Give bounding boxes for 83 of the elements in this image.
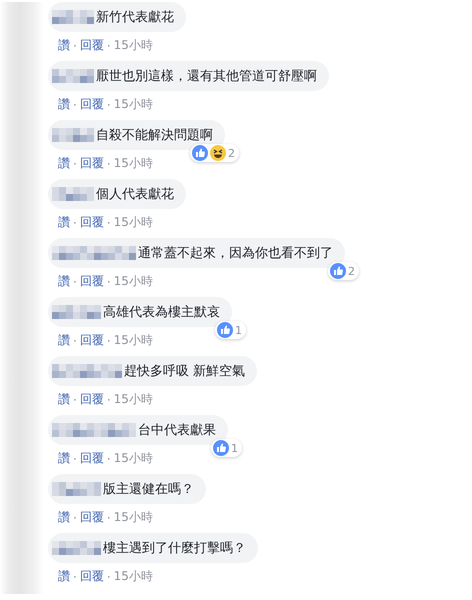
comment-action-link[interactable]: 回覆 (80, 37, 104, 54)
comment-text: 個人代表獻花 (96, 186, 174, 203)
comment-action-link[interactable]: 讚 (58, 214, 70, 231)
reaction-count: 2 (228, 146, 235, 160)
comment-action-link[interactable]: 讚 (58, 273, 70, 290)
separator-dot: · (73, 510, 77, 524)
comment-action-link[interactable]: 讚 (58, 391, 70, 408)
separator-dot: · (106, 452, 111, 466)
comment-text: 台中代表獻果 (138, 422, 216, 439)
timestamp[interactable]: 15小時 (114, 273, 153, 290)
comment-text: 趕快多呼吸 新鮮空氣 (124, 363, 246, 380)
blurred-name-icon (52, 69, 94, 83)
comment-action-link[interactable]: 回覆 (80, 450, 104, 467)
comment-action-link[interactable]: 回覆 (80, 155, 104, 172)
comment-text: 版主還健在嗎？ (103, 481, 194, 498)
reaction-badge[interactable]: 1 (215, 321, 246, 339)
comment-text: 新竹代表獻花 (96, 9, 174, 26)
separator-dot: · (73, 334, 77, 348)
blurred-name-icon (52, 305, 101, 319)
separator-dot: · (106, 334, 111, 348)
comment-action-link[interactable]: 回覆 (80, 391, 104, 408)
timestamp[interactable]: 15小時 (114, 214, 153, 231)
comment-text: 高雄代表為樓主默哀 (103, 304, 220, 321)
comment-text: 厭世也別這樣，還有其他管道可舒壓啊 (96, 68, 317, 85)
timestamp[interactable]: 15小時 (114, 391, 153, 408)
blurred-name-icon (52, 482, 101, 496)
reaction-badge[interactable]: 2 (190, 144, 239, 162)
separator-dot: · (73, 98, 77, 112)
separator-dot: · (73, 452, 77, 466)
separator-dot: · (73, 392, 77, 406)
comment-action-link[interactable]: 回覆 (80, 214, 104, 231)
blurred-name-icon (52, 187, 94, 201)
comment-action-link[interactable]: 回覆 (80, 96, 104, 113)
timestamp[interactable]: 15小時 (114, 450, 153, 467)
separator-dot: · (106, 216, 111, 230)
blurred-name-icon (52, 364, 122, 378)
blurred-name-icon (52, 128, 94, 142)
comment-action-link[interactable]: 回覆 (80, 332, 104, 349)
comment-action-link[interactable]: 讚 (58, 450, 70, 467)
laughing-face-icon (210, 145, 226, 161)
comment-action-link[interactable]: 讚 (58, 155, 70, 172)
separator-dot: · (106, 392, 111, 406)
separator-dot: · (106, 510, 111, 524)
timestamp[interactable]: 15小時 (114, 568, 153, 585)
reaction-badge[interactable]: 1 (211, 439, 242, 457)
timestamp[interactable]: 15小時 (114, 332, 153, 349)
reaction-badge[interactable]: 2 (328, 262, 359, 280)
separator-dot: · (73, 570, 77, 584)
thumbs-up-icon (330, 263, 346, 279)
separator-dot: · (73, 38, 77, 52)
thumbs-up-icon (192, 145, 208, 161)
comment-action-link[interactable]: 讚 (58, 37, 70, 54)
separator-dot: · (73, 156, 77, 170)
timestamp[interactable]: 15小時 (114, 509, 153, 526)
timestamp[interactable]: 15小時 (114, 155, 153, 172)
thumbs-up-icon (217, 322, 233, 338)
comment-text: 通常蓋不起來，因為你也看不到了 (138, 245, 333, 262)
reaction-count: 1 (235, 324, 242, 336)
separator-dot: · (106, 38, 111, 52)
reaction-count: 2 (348, 264, 355, 278)
blurred-name-icon (52, 10, 94, 24)
blurred-name-icon (52, 541, 101, 555)
separator-dot: · (106, 156, 111, 170)
comment-action-link[interactable]: 回覆 (80, 568, 104, 585)
thumbs-up-icon (213, 440, 229, 456)
separator-dot: · (73, 274, 77, 288)
comment-text: 樓主遇到了什麼打擊嗎？ (103, 540, 246, 557)
comment-action-link[interactable]: 讚 (58, 509, 70, 526)
comment-action-link[interactable]: 回覆 (80, 509, 104, 526)
timestamp[interactable]: 15小時 (114, 96, 153, 113)
comment-action-link[interactable]: 讚 (58, 332, 70, 349)
separator-dot: · (106, 98, 111, 112)
blurred-name-icon (52, 423, 136, 437)
comment-action-link[interactable]: 讚 (58, 96, 70, 113)
separator-dot: · (73, 216, 77, 230)
separator-dot: · (106, 274, 111, 288)
blurred-name-icon (52, 246, 136, 260)
comment-action-link[interactable]: 讚 (58, 568, 70, 585)
reaction-count: 1 (231, 442, 238, 454)
separator-dot: · (106, 570, 111, 584)
comment-action-link[interactable]: 回覆 (80, 273, 104, 290)
comment-text: 自殺不能解決問題啊 (96, 127, 213, 144)
timestamp[interactable]: 15小時 (114, 37, 153, 54)
